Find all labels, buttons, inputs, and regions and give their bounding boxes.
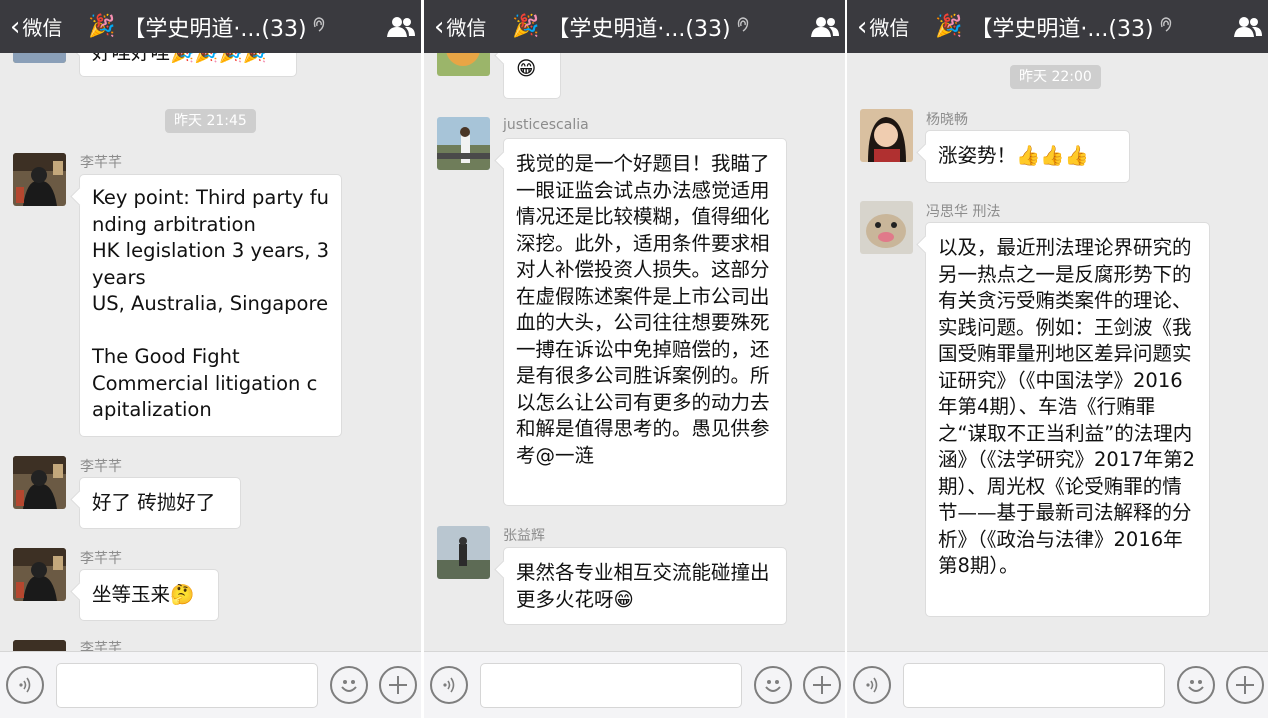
timestamp: 昨天 22:00 [1010,65,1101,89]
plus-icon[interactable] [1226,666,1264,704]
sender-name: 李芊芊 [80,459,122,475]
sender-name: 李芊芊 [80,155,122,171]
plus-icon[interactable] [379,666,417,704]
emoji-icon[interactable] [1177,666,1215,704]
message-input[interactable] [903,663,1165,708]
avatar[interactable] [437,526,490,579]
chat-title-area: 🎉 【学史明道·...(33) [88,11,381,43]
sender-name: justicescalia [503,117,589,133]
chevron-left-icon: ‹ [10,11,21,42]
voice-icon[interactable] [6,666,44,704]
back-label: 微信 [446,16,487,40]
chat-title: 【学史明道·...(33) [123,16,307,42]
back-button[interactable]: ‹ 微信 [847,0,935,53]
message-bubble[interactable]: 果然各专业相互交流能碰撞出更多火花呀😁 [503,547,787,625]
chat-header: ‹ 微信 🎉 【学史明道·...(33) [0,0,421,53]
message-list[interactable]: 好哇好哇🎉🎉🎉🎉 昨天 21:45 李芊芊 Key point: Third p… [0,10,421,693]
avatar[interactable] [13,456,66,509]
party-popper-icon: 🎉 [88,14,116,39]
message-input[interactable] [480,663,742,708]
back-label: 微信 [22,16,63,40]
chevron-left-icon: ‹ [434,11,445,42]
chat-title-area: 🎉 【学史明道·...(33) [512,11,805,43]
screenshot-collage: ‹ 微信 🎉 【学史明道·...(33) 好哇好哇🎉🎉🎉🎉 昨天 21:45 [0,0,1268,718]
message-bubble[interactable]: 坐等玉来🤔 [79,569,219,621]
mute-icon [313,16,325,37]
sender-name: 杨晓畅 [926,112,968,128]
avatar[interactable] [13,153,66,206]
sender-name: 李芊芊 [80,551,122,567]
chat-title: 【学史明道·...(33) [970,16,1154,42]
party-popper-icon: 🎉 [935,14,963,39]
emoji-icon[interactable] [754,666,792,704]
plus-icon[interactable] [803,666,841,704]
sender-name: 张益辉 [503,528,545,544]
message-bubble[interactable]: Key point: Third party funding arbitrati… [79,174,342,437]
chat-header: ‹ 微信 🎉 【学史明道·...(33) [424,0,845,53]
chat-title: 【学史明道·...(33) [547,16,731,42]
party-popper-icon: 🎉 [512,14,540,39]
sender-name: 冯思华 刑法 [926,204,1001,220]
message-list[interactable]: 😁 justicescalia 我觉的是一个好题目！我瞄了一眼证监会试点办法感觉… [424,23,845,651]
chat-panel-2: ‹ 微信 🎉 【学史明道·...(33) 😁 justicescalia 我觉的… [424,0,845,718]
input-bar [847,651,1268,718]
chat-header: ‹ 微信 🎉 【学史明道·...(33) [847,0,1268,53]
avatar[interactable] [13,548,66,601]
chevron-left-icon: ‹ [857,11,868,42]
group-members-icon[interactable] [1228,16,1268,38]
back-button[interactable]: ‹ 微信 [424,0,512,53]
back-label: 微信 [869,16,910,40]
avatar[interactable] [860,201,913,254]
voice-icon[interactable] [853,666,891,704]
mute-icon [1160,16,1172,37]
chat-panel-3: ‹ 微信 🎉 【学史明道·...(33) 昨天 22:00 杨晓畅 涨姿势！👍👍… [847,0,1268,718]
chat-panel-1: ‹ 微信 🎉 【学史明道·...(33) 好哇好哇🎉🎉🎉🎉 昨天 21:45 [0,0,421,718]
message-list[interactable]: 昨天 22:00 杨晓畅 涨姿势！👍👍👍 冯思华 刑法 以及，最近刑法理论界研究… [847,53,1268,651]
chat-title-area: 🎉 【学史明道·...(33) [935,11,1228,43]
group-members-icon[interactable] [381,16,421,38]
voice-icon[interactable] [430,666,468,704]
message-bubble[interactable]: 以及，最近刑法理论界研究的另一热点之一是反腐形势下的有关贪污受贿类案件的理论、实… [925,222,1210,617]
group-members-icon[interactable] [805,16,845,38]
input-bar [0,651,421,718]
mute-icon [737,16,749,37]
message-bubble[interactable]: 我觉的是一个好题目！我瞄了一眼证监会试点办法感觉适用情况还是比较模糊，值得细化深… [503,138,787,506]
message-input[interactable] [56,663,318,708]
message-bubble[interactable]: 涨姿势！👍👍👍 [925,130,1130,183]
message-bubble[interactable]: 好了 砖抛好了 [79,477,241,529]
back-button[interactable]: ‹ 微信 [0,0,88,53]
emoji-icon[interactable] [330,666,368,704]
avatar[interactable] [860,109,913,162]
avatar[interactable] [437,117,490,170]
timestamp: 昨天 21:45 [165,109,256,133]
input-bar [424,651,845,718]
